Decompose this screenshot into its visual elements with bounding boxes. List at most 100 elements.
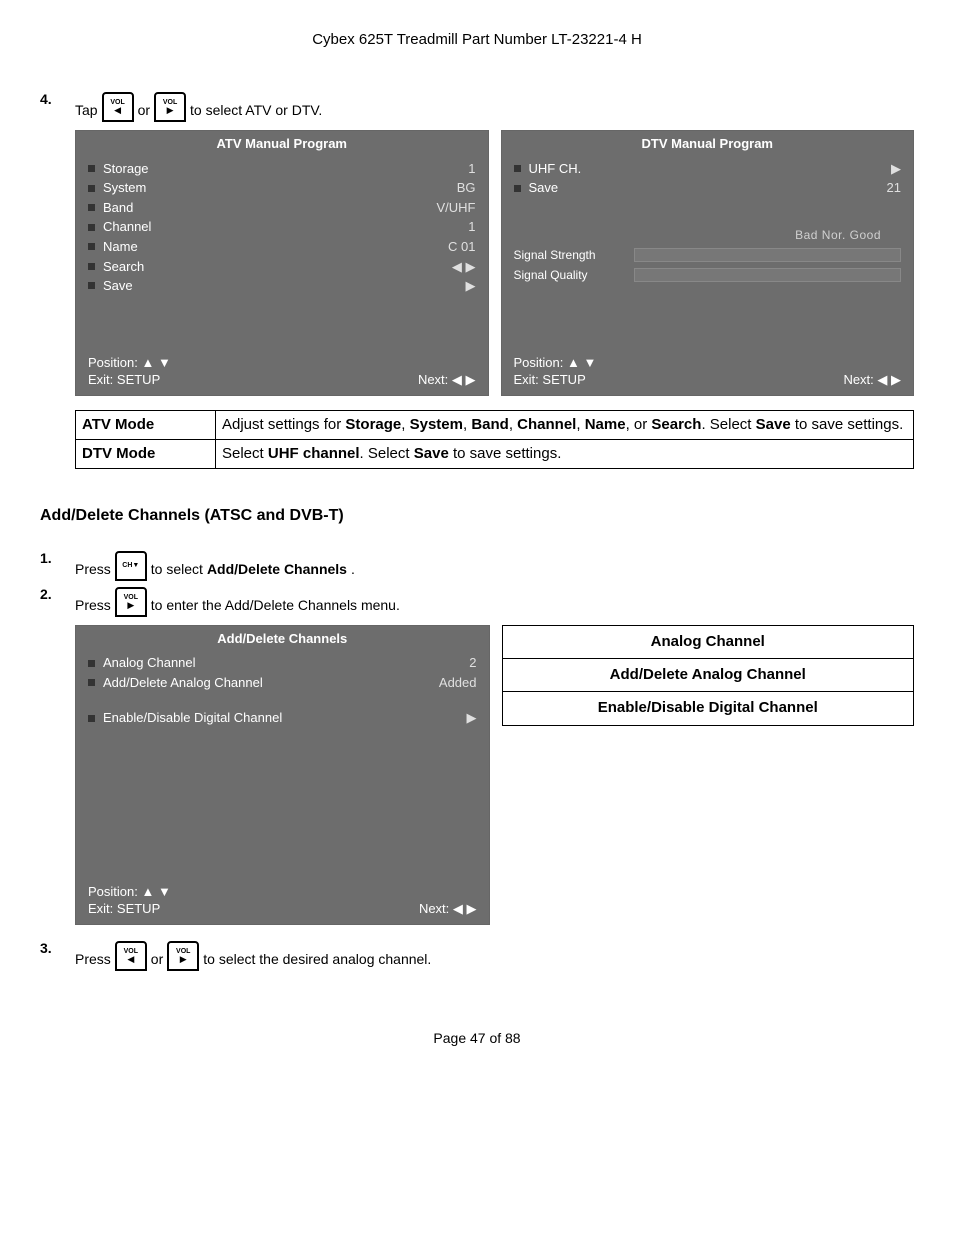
item-value: 2 [469, 654, 476, 672]
menu-item: SystemBG [88, 178, 476, 198]
step-4: 4. Tap VOL ◀ or VOL ▶ to select ATV or D… [40, 90, 914, 120]
panel-title: Add/Delete Channels [76, 626, 489, 652]
bold: Search [651, 416, 701, 433]
item-label: UHF CH. [529, 160, 892, 178]
text: to select [151, 560, 203, 579]
bold: Storage [345, 416, 401, 433]
text: , [576, 416, 584, 433]
signal-meters: Bad Nor. Good Signal Strength Signal Qua… [502, 227, 914, 294]
item-value: ▶ [466, 277, 476, 295]
bold: System [410, 416, 463, 433]
item-value: ◀ ▶ [452, 258, 476, 276]
ad-panels: Add/Delete Channels Analog Channel2 Add/… [75, 625, 914, 925]
panel-footer: Position: ▲ ▼ Exit: SETUPNext: ◀ ▶ [502, 350, 914, 395]
triangle-right-icon: ▶ [167, 106, 174, 115]
item-value: 1 [468, 160, 475, 178]
vol-right-icon: VOL ▶ [167, 941, 199, 971]
option-cell: Analog Channel [502, 625, 914, 658]
text: , [401, 416, 409, 433]
item-value: V/UHF [437, 199, 476, 217]
panel-title: DTV Manual Program [502, 131, 914, 157]
text: or [138, 101, 150, 120]
footer-position: Position: ▲ ▼ [514, 354, 902, 372]
menu-item: Storage1 [88, 159, 476, 179]
dtv-mode-label: DTV Mode [76, 439, 216, 468]
footer-next: Next: ◀ ▶ [418, 371, 476, 389]
bold: Band [471, 416, 509, 433]
footer-position: Position: ▲ ▼ [88, 354, 476, 372]
text: to select ATV or DTV. [190, 101, 322, 120]
bullet-icon [88, 660, 95, 667]
menu-item: Search◀ ▶ [88, 257, 476, 277]
step-number: 2. [40, 585, 75, 615]
triangle-left-icon: ◀ [127, 955, 134, 964]
item-label: Save [103, 277, 466, 295]
atv-mode-label: ATV Mode [76, 410, 216, 439]
item-value: C 01 [448, 238, 475, 256]
text: . Select [701, 416, 755, 433]
menu-item: Add/Delete Analog ChannelAdded [88, 673, 477, 693]
ad-step-1: 1. Press CH▼ to select Add/Delete Channe… [40, 549, 914, 579]
bullet-icon [88, 263, 95, 270]
item-label: Search [103, 258, 452, 276]
text: Press [75, 950, 111, 969]
bullet-icon [88, 204, 95, 211]
menu-item: UHF CH.▶ [514, 159, 902, 179]
bold: Add/Delete Channels [207, 560, 347, 579]
footer-next: Next: ◀ ▶ [843, 371, 901, 389]
item-label: Save [529, 179, 887, 197]
menu-item: Channel1 [88, 217, 476, 237]
bullet-icon [88, 715, 95, 722]
item-value: 21 [887, 179, 901, 197]
vol-left-icon: VOL ◀ [115, 941, 147, 971]
menu-item: Analog Channel2 [88, 653, 477, 673]
footer-exit: Exit: SETUP [88, 371, 418, 389]
bold: Name [585, 416, 626, 433]
text: Press [75, 596, 111, 615]
icon-label: CH▼ [122, 562, 139, 569]
text: . [351, 560, 355, 579]
menu-item: Save21 [514, 178, 902, 198]
text: Tap [75, 101, 98, 120]
signal-quality-row: Signal Quality [514, 267, 902, 283]
atv-dtv-panels: ATV Manual Program Storage1 SystemBG Ban… [75, 130, 914, 395]
option-cell: Add/Delete Analog Channel [502, 659, 914, 692]
ad-step-3: 3. Press VOL ◀ or VOL ▶ to select the de… [40, 939, 914, 969]
item-value: ▶ [891, 160, 901, 178]
bold: Save [414, 445, 449, 462]
item-label: Add/Delete Analog Channel [103, 674, 439, 692]
bold: UHF channel [268, 445, 360, 462]
bold: Channel [517, 416, 576, 433]
text: Select [222, 445, 268, 462]
item-value: BG [457, 179, 476, 197]
vol-left-icon: VOL ◀ [102, 92, 134, 122]
triangle-right-icon: ▶ [127, 601, 134, 610]
menu-item: NameC 01 [88, 237, 476, 257]
meter-scale: Bad Nor. Good [514, 227, 902, 243]
text: or [151, 950, 163, 969]
step-number: 1. [40, 549, 75, 579]
bullet-icon [88, 243, 95, 250]
text: to save settings. [791, 416, 904, 433]
menu-item: Enable/Disable Digital Channel▶ [88, 708, 477, 728]
bullet-icon [514, 165, 521, 172]
text: to save settings. [449, 445, 562, 462]
footer-exit: Exit: SETUP [88, 900, 419, 918]
step-number: 3. [40, 939, 75, 969]
bullet-icon [88, 165, 95, 172]
atv-panel: ATV Manual Program Storage1 SystemBG Ban… [75, 130, 489, 395]
dtv-mode-desc: Select UHF channel. Select Save to save … [216, 439, 914, 468]
text: . Select [360, 445, 414, 462]
item-label: Analog Channel [103, 654, 469, 672]
vol-right-icon: VOL ▶ [115, 587, 147, 617]
ch-down-icon: CH▼ [115, 551, 147, 581]
atv-mode-desc: Adjust settings for Storage, System, Ban… [216, 410, 914, 439]
item-label: Enable/Disable Digital Channel [103, 709, 467, 727]
add-delete-panel: Add/Delete Channels Analog Channel2 Add/… [75, 625, 490, 925]
panel-footer: Position: ▲ ▼ Exit: SETUPNext: ◀ ▶ [76, 350, 488, 395]
ad-step-2: 2. Press VOL ▶ to enter the Add/Delete C… [40, 585, 914, 615]
doc-header: Cybex 625T Treadmill Part Number LT-2322… [40, 30, 914, 50]
option-cell: Enable/Disable Digital Channel [502, 692, 914, 725]
panel-title: ATV Manual Program [76, 131, 488, 157]
bullet-icon [88, 282, 95, 289]
